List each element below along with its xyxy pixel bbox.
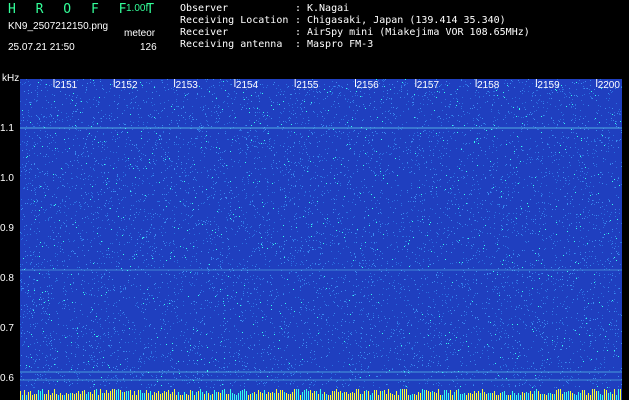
x-tick-label: 2152 [115,80,138,91]
y-axis-unit: kHz [2,73,20,84]
meta-separator: : [295,27,302,38]
y-tick-label: 0.9 [0,223,14,234]
spectrogram-canvas [20,79,622,400]
y-tick-label: 0.6 [0,373,14,384]
meta-key: Receiver [180,27,229,38]
x-tick-label: 2151 [55,80,78,91]
meta-row: Observer: K.Nagai [180,3,530,15]
spectrogram-plot [20,79,622,400]
x-tick-label: 2159 [537,80,560,91]
version-label: 1.00f [126,3,149,14]
x-tick-label: 2155 [296,80,319,91]
observation-metadata: Observer: K.Nagai Receiving Location: Chiga… [180,3,530,51]
noise-layer [20,79,622,388]
header-left: H R O F F T 1.00f KN9_2507212150.png met… [0,0,170,70]
meta-separator: : [295,39,302,50]
x-tick-label: 2158 [477,80,500,91]
meta-key: Receiving antenna [180,39,283,50]
meta-value: Chigasaki, Japan (139.414 35.340) [307,15,506,26]
x-tick-label: 2156 [356,80,379,91]
y-tick-label: 1.0 [0,173,14,184]
y-tick-label: 1.1 [0,123,14,134]
x-tick-label: 2157 [416,80,440,91]
meta-separator: : [295,3,302,14]
meta-key: Observer [180,3,229,14]
meta-separator: : [295,15,302,26]
meta-row: Receiving Location: Chigasaki, Japan (139… [180,15,530,27]
meta-row: Receiver: AirSpy mini (Miakejima VOR 108.… [180,27,530,39]
y-tick-label: 0.7 [0,323,14,334]
x-tick-label: 2200 [597,80,620,91]
baseline-band [20,389,621,400]
meta-value: Maspro FM-3 [307,39,374,50]
file-name: KN9_2507212150.png [8,21,109,32]
mode-label: meteor [124,28,156,39]
meta-key: Receiving Location [180,15,289,26]
meta-value: AirSpy mini (Miakejima VOR 108.65MHz) [307,27,530,38]
meteor-count: 126 [140,42,157,53]
meta-value: K.Nagai [307,3,350,14]
x-tick-label: 2153 [175,80,198,91]
x-tick-label: 2154 [235,80,259,91]
y-tick-label: 0.8 [0,273,14,284]
timestamp: 25.07.21 21:50 [8,42,75,53]
meta-row: Receiving antenna: Maspro FM-3 [180,39,530,51]
